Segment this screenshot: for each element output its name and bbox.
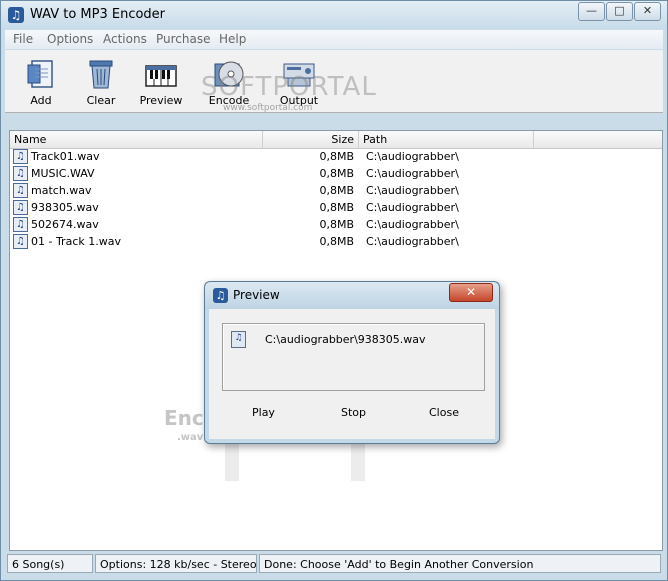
music-file-icon: ♫: [13, 166, 28, 181]
file-name: MUSIC.WAV: [31, 167, 95, 180]
menu-purchase[interactable]: Purchase: [156, 32, 211, 46]
toolbar: Add Clear Preview Encode Output SOFTPORT…: [5, 50, 663, 113]
file-name: 01 - Track 1.wav: [31, 235, 121, 248]
preview-label: Preview: [139, 94, 183, 107]
file-name: 502674.wav: [31, 218, 99, 231]
dialog-body: ♫ C:\audiograbber\938305.wav Play Stop C…: [209, 309, 495, 439]
file-size: 0,8MB: [319, 167, 354, 180]
dialog-close-x-button[interactable]: ✕: [449, 283, 493, 302]
music-file-icon: ♫: [13, 149, 28, 164]
softportal-watermark: SOFTPORTAL: [201, 72, 377, 102]
status-song-count: 6 Song(s): [7, 554, 93, 573]
file-size: 0,8MB: [319, 235, 354, 248]
column-name[interactable]: Name: [10, 131, 263, 148]
add-label: Add: [30, 94, 52, 107]
column-size[interactable]: Size: [263, 131, 359, 148]
window-title: WAV to MP3 Encoder: [30, 7, 166, 22]
menu-bar: File Options Actions Purchase Help: [5, 30, 663, 49]
music-file-icon: ♫: [13, 200, 28, 215]
dialog-file-path: C:\audiograbber\938305.wav: [265, 333, 426, 346]
file-size: 0,8MB: [319, 201, 354, 214]
window-controls: — □ ✕: [577, 2, 661, 21]
app-music-icon: ♫: [8, 7, 24, 23]
audio-file-icon: ♫: [231, 331, 246, 348]
music-file-icon: ♫: [13, 217, 28, 232]
clear-label: Clear: [86, 94, 116, 107]
menu-help[interactable]: Help: [219, 32, 246, 46]
file-name: match.wav: [31, 184, 92, 197]
play-button[interactable]: Play: [252, 406, 275, 419]
music-file-icon: ♫: [13, 234, 28, 249]
dialog-title: Preview: [233, 288, 280, 302]
file-path: C:\audiograbber\: [366, 235, 459, 248]
column-path[interactable]: Path: [359, 131, 534, 148]
dialog-music-icon: ♫: [213, 288, 228, 303]
preview-button[interactable]: Preview: [133, 54, 189, 110]
menu-file[interactable]: File: [13, 32, 33, 46]
table-row[interactable]: ♫ 01 - Track 1.wav 0,8MB C:\audiograbber…: [10, 233, 662, 250]
table-row[interactable]: ♫ MUSIC.WAV 0,8MB C:\audiograbber\: [10, 165, 662, 182]
file-path: C:\audiograbber\: [366, 184, 459, 197]
file-size: 0,8MB: [319, 218, 354, 231]
table-row[interactable]: ♫ Track01.wav 0,8MB C:\audiograbber\: [10, 148, 662, 165]
menu-options[interactable]: Options: [47, 32, 93, 46]
file-size: 0,8MB: [319, 184, 354, 197]
dialog-file-panel: ♫ C:\audiograbber\938305.wav: [222, 323, 485, 391]
menu-actions[interactable]: Actions: [103, 32, 147, 46]
maximize-button[interactable]: □: [606, 2, 633, 21]
table-row[interactable]: ♫ 502674.wav 0,8MB C:\audiograbber\: [10, 216, 662, 233]
table-row[interactable]: ♫ 938305.wav 0,8MB C:\audiograbber\: [10, 199, 662, 216]
list-header: Name Size Path: [10, 131, 662, 149]
preview-dialog: ♫ Preview ✕ ♫ C:\audiograbber\938305.wav…: [204, 281, 500, 444]
status-bar: 6 Song(s) Options: 128 kb/sec - Stereo D…: [5, 552, 665, 576]
file-path: C:\audiograbber\: [366, 218, 459, 231]
music-file-icon: ♫: [13, 183, 28, 198]
close-dialog-button[interactable]: Close: [429, 406, 459, 419]
recycle-bin-icon: [84, 58, 118, 90]
close-button[interactable]: ✕: [634, 2, 661, 21]
add-button[interactable]: Add: [13, 54, 69, 110]
file-path: C:\audiograbber\: [366, 167, 459, 180]
add-file-icon: [24, 58, 58, 90]
piano-keyboard-icon: [144, 58, 178, 90]
stop-button[interactable]: Stop: [341, 406, 366, 419]
clear-button[interactable]: Clear: [73, 54, 129, 110]
file-path: C:\audiograbber\: [366, 201, 459, 214]
file-name: 938305.wav: [31, 201, 99, 214]
status-options: Options: 128 kb/sec - Stereo: [95, 554, 257, 573]
dialog-title-bar[interactable]: ♫ Preview ✕: [205, 282, 499, 309]
file-size: 0,8MB: [319, 150, 354, 163]
status-message: Done: Choose 'Add' to Begin Another Conv…: [259, 554, 661, 573]
title-bar[interactable]: ♫ WAV to MP3 Encoder — □ ✕: [1, 1, 667, 29]
table-row[interactable]: ♫ match.wav 0,8MB C:\audiograbber\: [10, 182, 662, 199]
softportal-watermark-url: www.softportal.com: [223, 103, 313, 113]
file-name: Track01.wav: [31, 150, 100, 163]
minimize-button[interactable]: —: [578, 2, 605, 21]
file-path: C:\audiograbber\: [366, 150, 459, 163]
